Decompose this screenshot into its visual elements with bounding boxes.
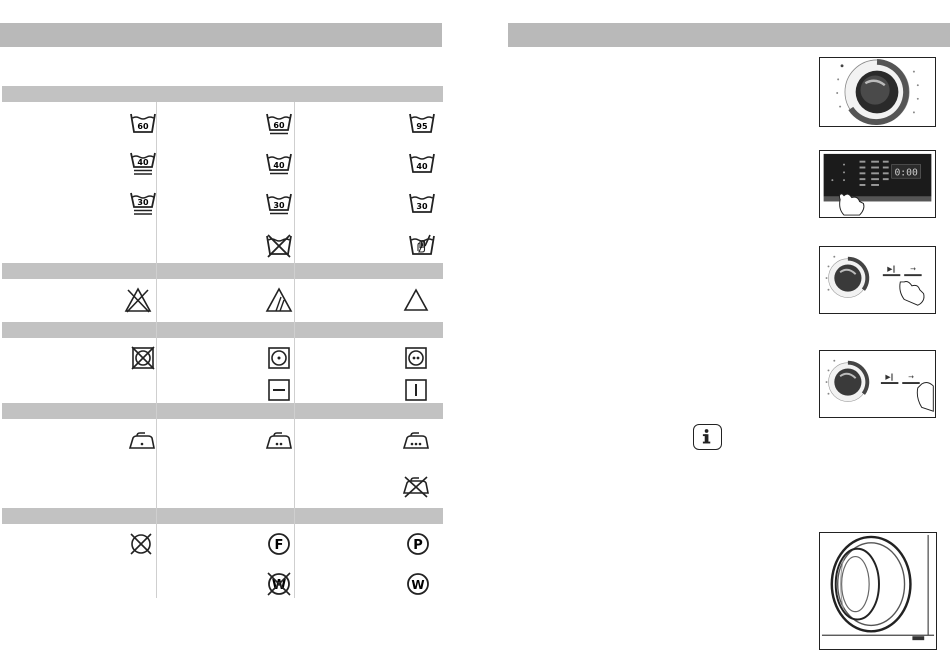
no-tumble-dry-icon xyxy=(129,344,157,372)
dry-cleaning-section-band xyxy=(2,508,443,524)
display-panel-illustration: 0:00 xyxy=(819,150,936,218)
wash-temp-label: 30 xyxy=(416,202,428,211)
wash-30-icon: 30 xyxy=(408,190,436,218)
dry-clean-f-icon: F xyxy=(265,530,293,558)
dry-flat-icon xyxy=(265,376,293,404)
bleaching-section-band xyxy=(2,263,443,279)
washing-section-band xyxy=(2,86,443,102)
left-page-header-bar xyxy=(0,23,442,47)
right-page-header-bar xyxy=(508,23,950,47)
dry-clean-letter: P xyxy=(413,538,423,553)
svg-text:▶‖: ▶‖ xyxy=(887,265,896,273)
wash-temp-label: 60 xyxy=(137,122,149,131)
wash-temp-label: 30 xyxy=(273,201,285,210)
program-dial-start-button-illustration: ▶‖ → xyxy=(819,246,936,314)
dry-clean-letter: F xyxy=(275,538,284,553)
wash-60-icon: 60 xyxy=(129,110,157,138)
do-not-iron-icon xyxy=(402,472,430,500)
tumble-dry-normal-icon xyxy=(402,344,430,372)
wash-30-gentle-icon: 30 xyxy=(265,190,293,218)
wash-temp-label: 30 xyxy=(137,198,149,207)
washer-door-illustration xyxy=(819,532,937,650)
no-wet-clean-icon: W xyxy=(265,570,293,598)
tumble-dry-low-icon xyxy=(265,344,293,372)
svg-text:→: → xyxy=(910,265,916,273)
wash-40-very-gentle-icon: 40 xyxy=(129,150,157,178)
wash-temp-label: 95 xyxy=(416,122,428,131)
bleach-allowed-icon xyxy=(402,286,430,314)
drying-section-band xyxy=(2,322,443,338)
wash-40-gentle-icon: 40 xyxy=(265,150,293,178)
no-bleach-icon xyxy=(124,286,152,314)
wash-95-icon: 95 xyxy=(408,110,436,138)
wash-60-gentle-icon: 60 xyxy=(265,110,293,138)
svg-text:→: → xyxy=(908,373,914,381)
column-divider xyxy=(294,102,295,598)
wash-temp-label: 40 xyxy=(416,162,428,171)
panel-display-readout: 0:00 xyxy=(894,167,917,178)
ironing-section-band xyxy=(2,403,443,419)
iron-medium-icon xyxy=(265,427,293,455)
wet-clean-icon: W xyxy=(404,570,432,598)
chlorine-bleach-icon xyxy=(265,286,293,314)
no-dry-clean-icon xyxy=(127,530,155,558)
wash-temp-label: 60 xyxy=(273,121,285,130)
wash-40-icon: 40 xyxy=(408,150,436,178)
dry-clean-p-icon: P xyxy=(404,530,432,558)
wet-clean-letter: W xyxy=(411,578,424,592)
wash-30-very-gentle-icon: 30 xyxy=(129,190,157,218)
info-icon xyxy=(693,424,722,450)
line-dry-icon xyxy=(402,376,430,404)
iron-low-icon xyxy=(128,427,156,455)
wet-clean-letter: W xyxy=(272,578,286,593)
program-dial-illustration xyxy=(819,57,936,127)
wash-temp-label: 40 xyxy=(273,161,285,170)
iron-high-icon xyxy=(402,427,430,455)
svg-text:▶‖: ▶‖ xyxy=(885,373,894,381)
do-not-wash-icon xyxy=(265,232,293,260)
hand-wash-icon xyxy=(408,232,436,260)
program-dial-delay-button-illustration: ▶‖ → xyxy=(819,350,936,418)
wash-temp-label: 40 xyxy=(137,158,149,167)
